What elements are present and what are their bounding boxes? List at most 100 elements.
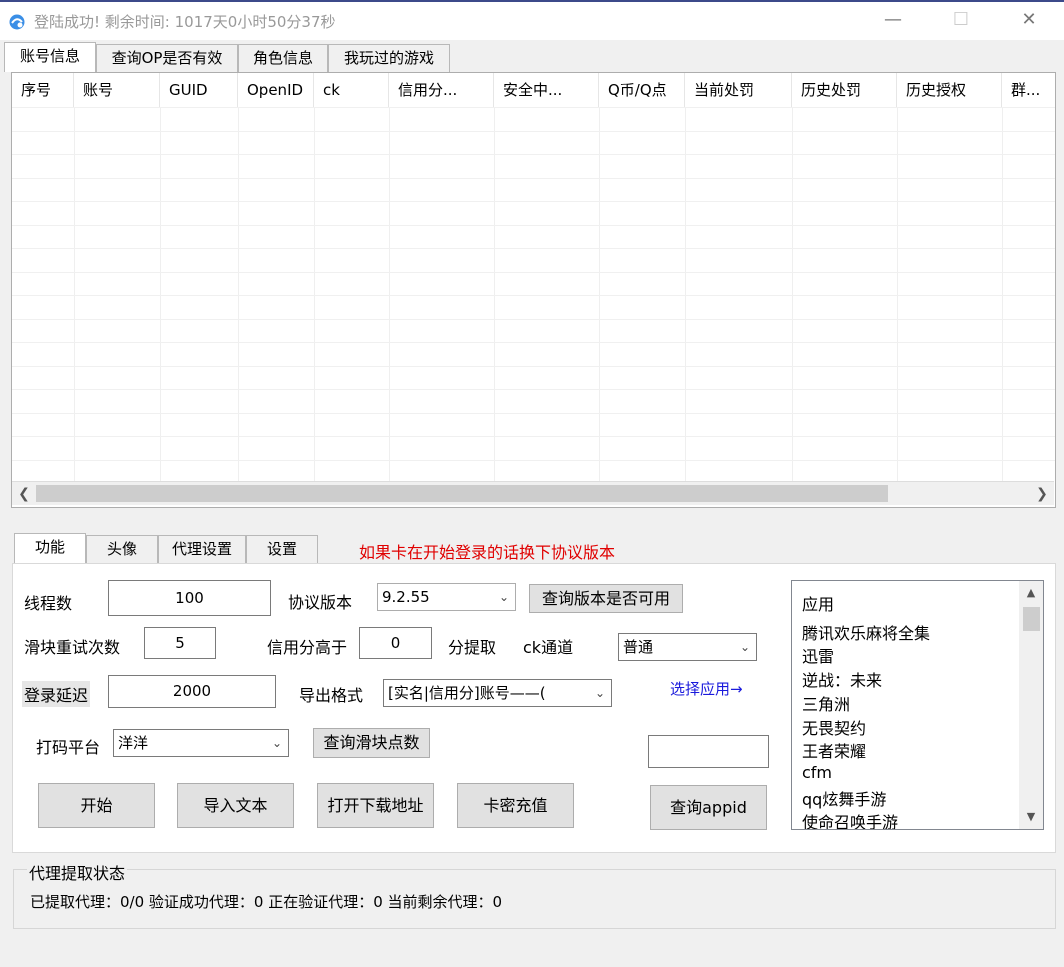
list-item[interactable]: 腾讯欢乐麻将全集 xyxy=(802,620,930,644)
column-header[interactable]: 安全中... xyxy=(494,73,599,107)
grid-row-line xyxy=(12,248,1055,249)
tab-account-info[interactable]: 账号信息 xyxy=(4,42,96,72)
captcha-platform-select[interactable]: 洋洋 ⌄ xyxy=(113,729,289,757)
grid-row-line xyxy=(12,295,1055,296)
grid-header: 序号 账号 GUID OpenID ck 信用分... 安全中... Q币/Q点… xyxy=(12,73,1055,107)
protocol-value: 9.2.55 xyxy=(382,588,430,606)
grid-row-line xyxy=(12,272,1055,273)
start-button[interactable]: 开始 xyxy=(38,783,155,828)
check-version-button[interactable]: 查询版本是否可用 xyxy=(529,584,683,613)
account-grid[interactable]: 序号 账号 GUID OpenID ck 信用分... 安全中... Q币/Q点… xyxy=(11,72,1056,508)
grid-row-line xyxy=(12,178,1055,179)
list-item[interactable]: 无畏契约 xyxy=(802,715,866,739)
grid-row-line xyxy=(12,436,1055,437)
export-format-label: 导出格式 xyxy=(299,686,364,705)
scroll-down-icon[interactable]: ▼ xyxy=(1021,807,1041,827)
list-item[interactable]: 应用 xyxy=(802,591,834,615)
protocol-select[interactable]: 9.2.55 ⌄ xyxy=(377,583,516,611)
proxy-group-title: 代理提取状态 xyxy=(27,860,128,884)
credit-input[interactable]: 0 xyxy=(359,627,432,659)
window-title: 登陆成功! 剩余时间: 1017天0小时50分37秒 xyxy=(34,13,336,31)
grid-row-line xyxy=(12,107,1055,108)
grid-row-line xyxy=(12,319,1055,320)
tab-role-info[interactable]: 角色信息 xyxy=(238,44,328,72)
column-header[interactable]: 序号 xyxy=(12,73,74,107)
export-format-value: [实名|信用分]账号——( xyxy=(388,684,546,702)
minimize-button[interactable]: — xyxy=(870,2,916,40)
login-delay-label: 登录延迟 xyxy=(22,681,91,707)
column-header[interactable]: 历史处罚 xyxy=(792,73,897,107)
app-list[interactable]: 应用 腾讯欢乐麻将全集 迅雷 逆战：未来 三角洲 无畏契约 王者荣耀 cfm q… xyxy=(791,580,1044,830)
maximize-button[interactable]: ☐ xyxy=(938,2,984,40)
captcha-platform-value: 洋洋 xyxy=(118,734,149,752)
grid-row-line xyxy=(12,201,1055,202)
tab-functions[interactable]: 功能 xyxy=(14,533,86,563)
query-slider-button[interactable]: 查询滑块点数 xyxy=(313,728,430,758)
app-icon xyxy=(9,14,25,30)
open-download-button[interactable]: 打开下载地址 xyxy=(317,783,434,828)
vertical-scroll-thumb[interactable] xyxy=(1023,607,1040,631)
chevron-down-icon: ⌄ xyxy=(739,640,750,654)
grid-row-line xyxy=(12,460,1055,461)
grid-row-line xyxy=(12,413,1055,414)
scroll-up-icon[interactable]: ▲ xyxy=(1021,583,1041,603)
tab-settings[interactable]: 设置 xyxy=(246,535,318,563)
grid-row-line xyxy=(12,154,1055,155)
list-item[interactable]: qq炫舞手游 xyxy=(802,786,886,810)
protocol-hint: 如果卡在开始登录的话换下协议版本 xyxy=(359,543,616,562)
tab-played-games[interactable]: 我玩过的游戏 xyxy=(328,44,450,72)
column-header[interactable]: ck xyxy=(314,73,389,107)
column-header[interactable]: 群... xyxy=(1002,73,1055,107)
ck-channel-select[interactable]: 普通 ⌄ xyxy=(618,633,757,661)
threads-input[interactable]: 100 xyxy=(108,580,271,616)
slider-retry-label: 滑块重试次数 xyxy=(24,638,121,657)
vertical-scrollbar[interactable]: ▲ ▼ xyxy=(1019,581,1043,829)
card-recharge-button[interactable]: 卡密充值 xyxy=(457,783,574,828)
export-format-select[interactable]: [实名|信用分]账号——( ⌄ xyxy=(383,679,612,707)
column-header[interactable]: 账号 xyxy=(74,73,160,107)
credit-suffix: 分提取 xyxy=(448,638,497,657)
chevron-down-icon: ⌄ xyxy=(271,736,282,750)
grid-row-line xyxy=(12,342,1055,343)
tab-query-op[interactable]: 查询OP是否有效 xyxy=(96,44,238,72)
top-tab-strip: 账号信息 查询OP是否有效 角色信息 我玩过的游戏 xyxy=(4,42,1060,72)
tab-avatar[interactable]: 头像 xyxy=(86,535,158,563)
chevron-down-icon: ⌄ xyxy=(594,686,605,700)
column-header[interactable]: GUID xyxy=(160,73,238,107)
close-button[interactable]: ✕ xyxy=(1006,2,1052,40)
login-delay-input[interactable]: 2000 xyxy=(108,675,276,708)
column-header[interactable]: 信用分... xyxy=(389,73,494,107)
scroll-left-icon[interactable]: ❮ xyxy=(14,484,34,504)
credit-label: 信用分高于 xyxy=(267,638,348,657)
list-item[interactable]: 逆战：未来 xyxy=(802,667,882,691)
horizontal-scroll-thumb[interactable] xyxy=(36,485,888,502)
grid-row-line xyxy=(12,366,1055,367)
query-appid-button[interactable]: 查询appid xyxy=(650,785,767,830)
appid-input[interactable] xyxy=(648,735,769,768)
column-header[interactable]: Q币/Q点 xyxy=(599,73,685,107)
horizontal-scrollbar[interactable]: ❮ ❯ xyxy=(12,481,1054,505)
tab-proxy-settings[interactable]: 代理设置 xyxy=(158,535,246,563)
select-app-link[interactable]: 选择应用→ xyxy=(670,678,743,699)
scroll-right-icon[interactable]: ❯ xyxy=(1032,484,1052,504)
list-item[interactable]: 迅雷 xyxy=(802,643,834,667)
grid-row-line xyxy=(12,131,1055,132)
list-item[interactable]: 王者荣耀 xyxy=(802,738,866,762)
proxy-status-text: 已提取代理：0/0 验证成功代理：0 正在验证代理：0 当前剩余代理：0 xyxy=(30,893,503,911)
list-item[interactable]: 三角洲 xyxy=(802,691,850,715)
column-header[interactable]: 历史授权 xyxy=(897,73,1002,107)
column-header[interactable]: 当前处罚 xyxy=(685,73,792,107)
captcha-platform-label: 打码平台 xyxy=(36,738,101,757)
chevron-down-icon: ⌄ xyxy=(498,590,509,604)
import-text-button[interactable]: 导入文本 xyxy=(177,783,294,828)
list-item[interactable]: 使命召唤手游 xyxy=(802,809,898,829)
slider-retry-input[interactable]: 5 xyxy=(144,627,216,659)
threads-label: 线程数 xyxy=(24,594,73,613)
column-header[interactable]: OpenID xyxy=(238,73,314,107)
protocol-label: 协议版本 xyxy=(288,593,353,612)
bottom-tab-strip: 功能 头像 代理设置 设置 xyxy=(14,533,334,563)
ck-channel-label: ck通道 xyxy=(523,638,574,657)
ck-channel-value: 普通 xyxy=(623,638,654,656)
grid-row-line xyxy=(12,389,1055,390)
list-item[interactable]: cfm xyxy=(802,763,832,782)
